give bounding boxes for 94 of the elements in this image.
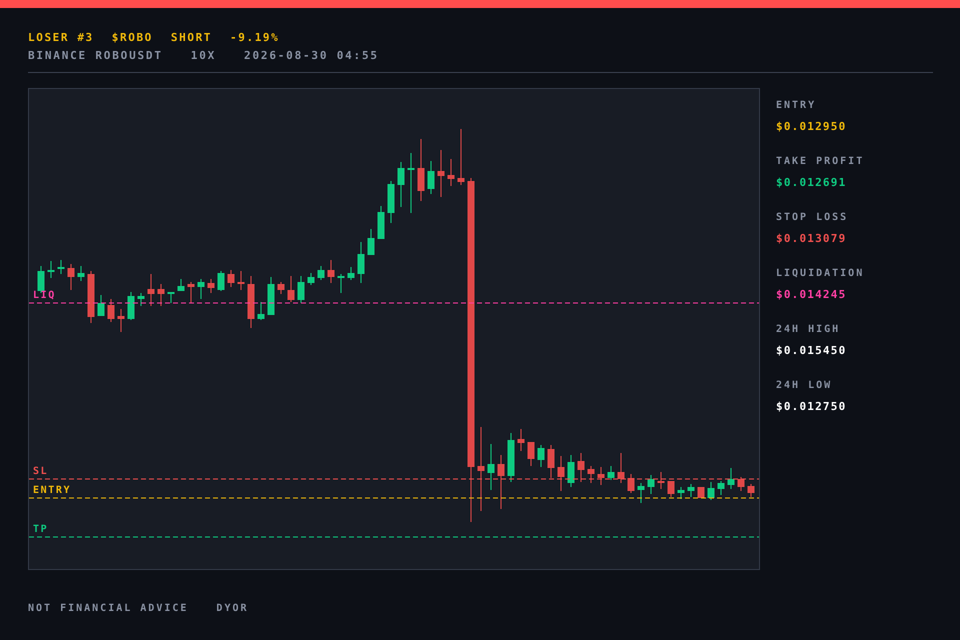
candlestick: [298, 276, 304, 303]
candlestick: [178, 279, 184, 291]
disclaimer-text: DYOR: [216, 603, 249, 614]
candlestick: [328, 260, 334, 283]
headline-text: SHORT: [170, 31, 212, 45]
candlestick: [228, 270, 234, 287]
candlestick: [488, 444, 494, 490]
candlestick: [438, 150, 444, 197]
candlestick: [278, 282, 284, 294]
candlestick: [548, 445, 554, 478]
candlestick: [698, 487, 704, 498]
candlestick: [728, 468, 734, 489]
stat-label: LIQUIDATION: [776, 268, 864, 280]
candlestick: [738, 477, 744, 491]
candlestick: [618, 453, 624, 483]
candlestick: [268, 277, 274, 315]
candlestick: [658, 472, 664, 489]
candlestick: [398, 162, 404, 207]
stat-label: 24H HIGH: [776, 324, 842, 336]
candlestick: [418, 139, 424, 201]
candlestick: [158, 284, 164, 306]
candlestick: [218, 271, 224, 291]
stat-value: $0.012750: [776, 400, 848, 414]
subtitle-text: 10X: [190, 49, 216, 63]
candlestick: [48, 261, 54, 278]
candlestick: [538, 445, 544, 467]
candlestick: [708, 482, 714, 500]
candlestick: [198, 279, 204, 299]
candlestick: [448, 159, 454, 186]
candlestick: [638, 483, 644, 503]
headline-text: -9.19%: [230, 31, 280, 45]
candlestick: [58, 260, 64, 274]
candlestick: [388, 181, 394, 223]
candlestick: [518, 429, 524, 451]
candlestick: [568, 455, 574, 487]
candlestick: [598, 467, 604, 485]
candlestick: [648, 475, 654, 494]
candlestick: [238, 271, 244, 290]
candlestick: [348, 267, 354, 280]
candlestick: [578, 453, 584, 482]
level-label: LIQ: [33, 290, 56, 301]
stat-value: $0.013079: [776, 232, 848, 246]
candlestick: [428, 161, 434, 194]
candlestick: [668, 481, 674, 497]
candlestick: [208, 279, 214, 293]
subtitle-text: BINANCE ROBOUSDT: [28, 49, 163, 63]
candlestick: [148, 274, 154, 306]
stat-label: 24H LOW: [776, 380, 834, 392]
stat-label: TAKE PROFIT: [776, 156, 864, 168]
candlestick: [688, 484, 694, 497]
candlestick: [588, 466, 594, 483]
candlestick: [108, 299, 114, 322]
candlestick: [358, 242, 364, 283]
candlestick: [68, 264, 74, 290]
candlestick: [528, 442, 534, 466]
stat-label: ENTRY: [776, 100, 818, 112]
subtitle-text: 2026-08-30 04:55: [244, 49, 379, 63]
candlestick: [258, 302, 264, 320]
stat-value: $0.015450: [776, 344, 848, 358]
candlestick: [248, 276, 254, 328]
candlestick: [458, 129, 464, 185]
candlestick: [748, 484, 754, 497]
candlestick: [78, 266, 84, 281]
candlestick: [368, 229, 374, 255]
candlestick: [118, 309, 124, 332]
candlestick: [138, 293, 144, 306]
candlestick: [98, 295, 104, 316]
level-label: TP: [33, 524, 48, 535]
candlestick: [288, 276, 294, 302]
candlestick: [628, 474, 634, 493]
candlestick: [318, 266, 324, 280]
candlestick: [718, 481, 724, 495]
candlestick: [308, 273, 314, 285]
candlestick: [338, 274, 344, 293]
disclaimer-text: NOT FINANCIAL ADVICE: [28, 603, 188, 614]
stat-value: $0.012691: [776, 176, 848, 190]
candlestick: [88, 271, 94, 323]
candlestick: [128, 292, 134, 320]
candlestick: [408, 153, 414, 213]
candlestick: [608, 466, 614, 480]
headline-text: LOSER #3: [28, 31, 94, 45]
stat-value: $0.012950: [776, 120, 848, 134]
candlestick: [678, 487, 684, 499]
headline-text: $ROBO: [112, 31, 153, 45]
candlestick: [558, 456, 564, 491]
level-label: ENTRY: [33, 485, 72, 496]
candlestick: [508, 433, 514, 482]
candlestick: [168, 292, 174, 303]
stat-label: STOP LOSS: [776, 212, 850, 224]
level-label: SL: [33, 466, 48, 477]
stat-value: $0.014245: [776, 288, 848, 302]
candlestick: [188, 282, 194, 303]
candlestick: [378, 206, 384, 239]
candlestick: [498, 455, 504, 509]
